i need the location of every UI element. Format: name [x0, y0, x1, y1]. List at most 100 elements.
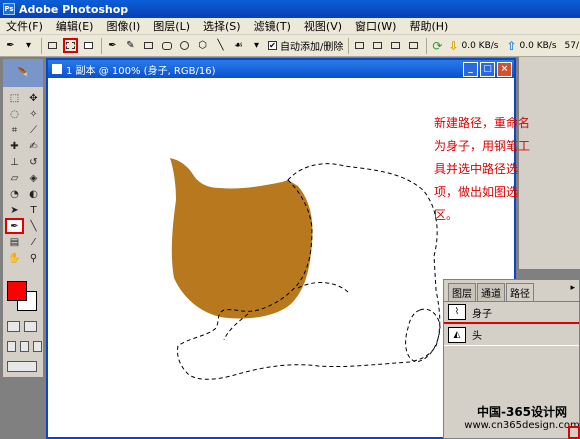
dropdown-arrow-icon[interactable]: ▾ [21, 38, 36, 53]
standard-mode-icon[interactable] [7, 321, 20, 332]
path-name-body: 身子 [472, 308, 492, 320]
close-button[interactable]: × [497, 61, 512, 77]
imageready-row [7, 361, 37, 372]
dropdown-arrow-icon[interactable]: ▾ [249, 38, 264, 53]
menu-view[interactable]: 视图(V) [298, 18, 349, 34]
path-combine-subtract-icon[interactable] [370, 38, 385, 53]
menu-select[interactable]: 选择(S) [197, 18, 248, 34]
path-row-body[interactable]: ⌇ 身子 [444, 302, 579, 324]
path-name-head: 头 [472, 331, 482, 342]
menu-file[interactable]: 文件(F) [0, 18, 50, 34]
rectangle-icon[interactable] [141, 38, 156, 53]
title-bar: Ps Adobe Photoshop [0, 0, 580, 18]
magic-wand-tool-icon[interactable]: ✧ [24, 106, 43, 122]
upload-speed: 0.0 KB/s [519, 40, 557, 51]
app-title: Adobe Photoshop [19, 2, 129, 16]
eraser-tool-icon[interactable]: ▱ [5, 170, 24, 186]
healing-brush-icon[interactable]: ✚ [5, 138, 24, 154]
screen-mode-full-menu-icon[interactable] [20, 341, 29, 352]
site-watermark: 中国-365设计网 www.cn365design.com [464, 403, 580, 431]
rounded-rectangle-icon[interactable] [159, 38, 174, 53]
line-icon[interactable]: ╲ [213, 38, 228, 53]
pen-tool-preset-icon[interactable]: ✒ [3, 38, 18, 53]
type-tool-icon[interactable]: T [24, 202, 43, 218]
menu-layer[interactable]: 图层(L) [147, 18, 197, 34]
menu-edit[interactable]: 编辑(E) [50, 18, 101, 34]
history-brush-icon[interactable]: ↺ [24, 154, 43, 170]
download-arrow-icon: ⇩ [448, 38, 459, 53]
menu-filter[interactable]: 滤镜(T) [248, 18, 298, 34]
pen-tool-icon[interactable]: ✒ [5, 218, 24, 234]
paths-mode-icon[interactable] [63, 38, 78, 53]
screen-mode-row [7, 341, 42, 352]
tab-layers[interactable]: 图层 [448, 283, 476, 301]
quick-mask-mode-icon[interactable] [24, 321, 37, 332]
screen-mode-standard-icon[interactable] [7, 341, 16, 352]
ellipse-icon[interactable] [177, 38, 192, 53]
jump-to-imageready-icon[interactable] [7, 361, 37, 372]
move-tool-icon[interactable]: ✥ [24, 90, 43, 106]
tab-paths[interactable]: 路径 [506, 283, 534, 301]
quick-mask-row [7, 321, 37, 332]
path-combine-exclude-icon[interactable] [406, 38, 421, 53]
upload-arrow-icon: ⇧ [506, 38, 517, 53]
menu-image[interactable]: 图像(I) [100, 18, 147, 34]
download-speed: 0.0 KB/s [461, 40, 499, 51]
network-monitor-icon: ⟳ [432, 38, 443, 53]
instruction-annotation: 新建路径，重命名为身子，用钢笔工具并选中路径选项，做出如图选区。 [434, 116, 531, 222]
options-bar: ✒ ▾ ✒ ✎ ⬡ ╲ ☙ ▾ ✔ 自动添加/删除 ⟳ ⇩ 0.0 KB/s ⇧… [0, 35, 580, 57]
divider [41, 37, 42, 54]
path-selection-tool-icon[interactable]: ➤ [5, 202, 24, 218]
path-thumbnail-head: ◭ [448, 326, 466, 343]
freeform-pen-icon[interactable]: ✎ [123, 38, 138, 53]
shape-layers-mode-icon[interactable] [45, 38, 60, 53]
document-icon [52, 64, 62, 74]
clone-stamp-icon[interactable]: ⊥ [5, 154, 24, 170]
watermark-line1: 中国-365设计网 [476, 405, 568, 419]
divider [426, 37, 428, 54]
edge-counter: 57/ [564, 40, 580, 51]
zoom-tool-icon[interactable]: ⚲ [24, 250, 43, 266]
maximize-button[interactable]: □ [480, 61, 495, 77]
foreground-color-swatch[interactable] [7, 281, 27, 301]
divider [348, 37, 350, 54]
hand-tool-icon[interactable]: ✋ [5, 250, 24, 266]
brush-tool-icon[interactable]: ✍ [24, 138, 43, 154]
auto-add-delete-checkbox[interactable]: ✔ [268, 41, 277, 50]
cat-head-shape [170, 158, 313, 319]
custom-shape-icon[interactable]: ☙ [231, 38, 246, 53]
lasso-tool-icon[interactable]: ◌ [5, 106, 24, 122]
photoshop-app-icon: Ps [3, 3, 15, 15]
minimize-button[interactable]: _ [463, 61, 478, 77]
auto-add-delete-label: 自动添加/删除 [280, 42, 344, 53]
path-combine-add-icon[interactable] [352, 38, 367, 53]
slice-tool-icon[interactable]: ⟋ [24, 122, 43, 138]
fill-pixels-mode-icon[interactable] [81, 38, 96, 53]
eyedropper-tool-icon[interactable]: ⁄ [24, 234, 43, 250]
crop-tool-icon[interactable]: ⌗ [5, 122, 24, 138]
path-thumbnail-body: ⌇ [448, 304, 466, 320]
paint-bucket-icon[interactable]: ◈ [24, 170, 43, 186]
tools-palette: 🪶 ⬚ ✥ ◌ ✧ ⌗ ⟋ ✚ ✍ ⊥ ↺ ▱ ◈ ◔ ◐ ➤ T ✒ ╲ ▤ … [2, 58, 44, 378]
document-title: 1 副本 @ 100% (身子, RGB/16) [66, 65, 216, 77]
highlighted-corner-button[interactable] [568, 426, 580, 439]
palette-header-feather-icon: 🪶 [3, 59, 43, 87]
blur-tool-icon[interactable]: ◔ [5, 186, 24, 202]
document-title-bar: 1 副本 @ 100% (身子, RGB/16) _ □ × [48, 60, 514, 78]
menu-help[interactable]: 帮助(H) [403, 18, 455, 34]
pen-icon[interactable]: ✒ [105, 38, 120, 53]
dodge-tool-icon[interactable]: ◐ [24, 186, 43, 202]
marquee-tool-icon[interactable]: ⬚ [5, 90, 24, 106]
notes-tool-icon[interactable]: ▤ [5, 234, 24, 250]
menu-window[interactable]: 窗口(W) [349, 18, 403, 34]
tab-channels[interactable]: 通道 [477, 283, 505, 301]
polygon-icon[interactable]: ⬡ [195, 38, 210, 53]
screen-mode-full-icon[interactable] [33, 341, 42, 352]
divider [101, 37, 102, 54]
watermark-line2: www.cn365design.com [464, 420, 580, 431]
menu-bar: 文件(F) 编辑(E) 图像(I) 图层(L) 选择(S) 滤镜(T) 视图(V… [0, 18, 580, 35]
path-combine-intersect-icon[interactable] [388, 38, 403, 53]
path-row-head[interactable]: ◭ 头 [444, 324, 579, 346]
panel-menu-arrow-icon[interactable]: ▸ [570, 283, 575, 293]
line-tool-icon[interactable]: ╲ [24, 218, 43, 234]
